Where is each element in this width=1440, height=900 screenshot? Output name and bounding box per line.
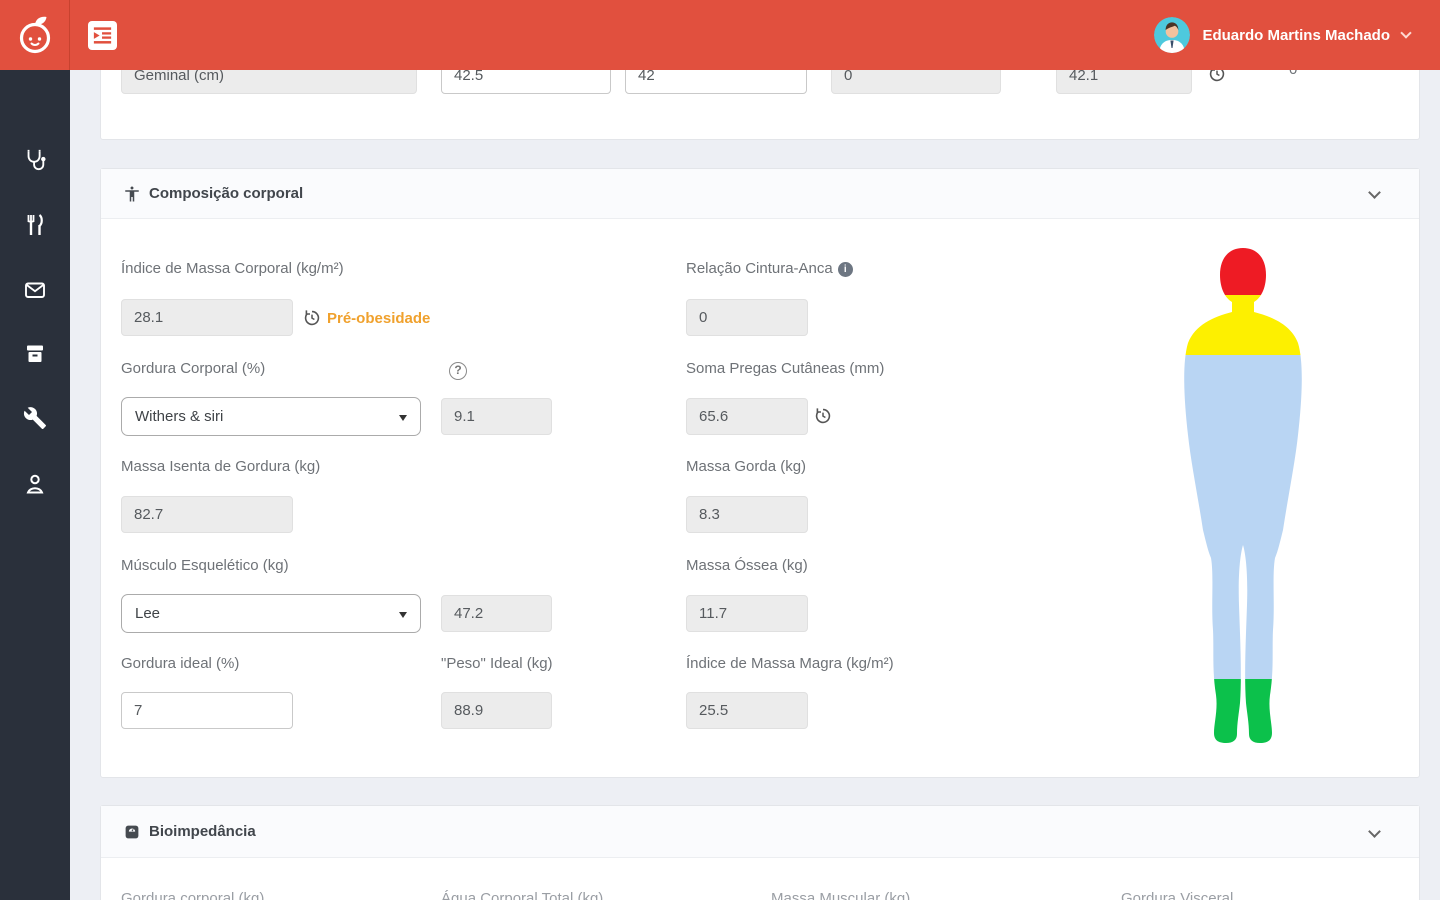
- skinfolds-field: 65.6: [686, 398, 808, 435]
- topbar: Eduardo Martins Machado: [0, 0, 1440, 70]
- whr-label-text: Relação Cintura-Anca: [686, 260, 833, 277]
- bmi-history-icon[interactable]: [303, 309, 321, 327]
- ideal-weight-field: 88.9: [441, 692, 552, 729]
- ideal-weight-label: "Peso" Ideal (kg): [441, 655, 553, 672]
- menu-indent-icon: [93, 27, 112, 44]
- app-root: Geminal (cm) 42.5 42 0 42.1 0 Composição…: [0, 0, 1440, 900]
- fatmass-field: 8.3: [686, 496, 808, 533]
- bodyfat-label: Gordura Corporal (%): [121, 360, 266, 377]
- bio-partial-label-1: Gordura corporal (kg): [121, 890, 265, 900]
- avatar: [1154, 17, 1191, 53]
- body-icon: [125, 186, 139, 201]
- bio-partial-label-2: Água Corporal Total (kg): [441, 890, 604, 900]
- bone-mass-label: Massa Óssea (kg): [686, 557, 808, 574]
- bmi-status-badge: Pré-obesidade: [327, 310, 431, 327]
- app-logo[interactable]: [0, 0, 70, 70]
- user-dropdown[interactable]: Eduardo Martins Machado: [1154, 0, 1412, 70]
- muscle-method-select[interactable]: Lee: [121, 594, 421, 633]
- bodyfat-method-select[interactable]: Withers & siri: [121, 397, 421, 436]
- user-name: Eduardo Martins Machado: [1202, 26, 1390, 44]
- profile-icon[interactable]: [23, 472, 47, 496]
- bmi-label: Índice de Massa Corporal (kg/m²): [121, 260, 344, 277]
- section-title: Bioimpedância: [149, 823, 256, 840]
- sidebar-toggle-button[interactable]: [88, 21, 117, 50]
- meals-icon[interactable]: [23, 213, 47, 237]
- bio-partial-label-3: Massa Muscular (kg): [771, 890, 911, 900]
- ffmi-field: 25.5: [686, 692, 808, 729]
- bone-mass-field: 11.7: [686, 595, 808, 632]
- info-icon[interactable]: i: [837, 262, 853, 277]
- scale-icon: [125, 825, 139, 838]
- ideal-fat-input[interactable]: 7: [121, 692, 293, 729]
- apple-logo-icon: [19, 16, 50, 54]
- bodyfat-field: 9.1: [441, 398, 552, 435]
- help-icon[interactable]: ?: [449, 362, 467, 380]
- muscle-method-value: Lee: [135, 605, 161, 622]
- ideal-fat-label: Gordura ideal (%): [121, 655, 240, 672]
- body-composition-card: Composição corporal Índice de Massa Corp…: [100, 168, 1420, 778]
- mail-icon[interactable]: [23, 278, 47, 302]
- bioimpedance-card: Bioimpedância Gordura corporal (kg) Água…: [100, 805, 1420, 900]
- archive-icon[interactable]: [23, 342, 47, 366]
- bioimpedance-header: Bioimpedância: [101, 806, 1419, 858]
- ffm-field: 82.7: [121, 496, 293, 533]
- select-caret-icon: [399, 612, 407, 618]
- bodyfat-method-value: Withers & siri: [135, 408, 224, 425]
- bio-partial-label-4: Gordura Visceral: [1121, 890, 1234, 900]
- whr-label: Relação Cintura-Anca i: [686, 260, 853, 277]
- section-title: Composição corporal: [149, 185, 304, 202]
- whr-field: 0: [686, 299, 808, 336]
- body-composition-header: Composição corporal: [101, 169, 1419, 219]
- sidebar: [0, 70, 70, 900]
- body-composition-figure: [1184, 248, 1302, 743]
- stethoscope-icon[interactable]: [23, 148, 47, 172]
- ffm-label: Massa Isenta de Gordura (kg): [121, 458, 321, 475]
- wrench-icon[interactable]: [23, 406, 47, 430]
- select-caret-icon: [399, 415, 407, 421]
- skinfolds-history-icon[interactable]: [814, 407, 832, 425]
- fatmass-label: Massa Gorda (kg): [686, 458, 807, 475]
- bmi-field: 28.1: [121, 299, 293, 336]
- skinfolds-label: Soma Pregas Cutâneas (mm): [686, 360, 885, 377]
- ffmi-label: Índice de Massa Magra (kg/m²): [686, 655, 894, 672]
- chevron-down-icon: [1400, 27, 1412, 39]
- skeletal-muscle-label: Músculo Esquelético (kg): [121, 557, 289, 574]
- skeletal-muscle-field: 47.2: [441, 595, 552, 632]
